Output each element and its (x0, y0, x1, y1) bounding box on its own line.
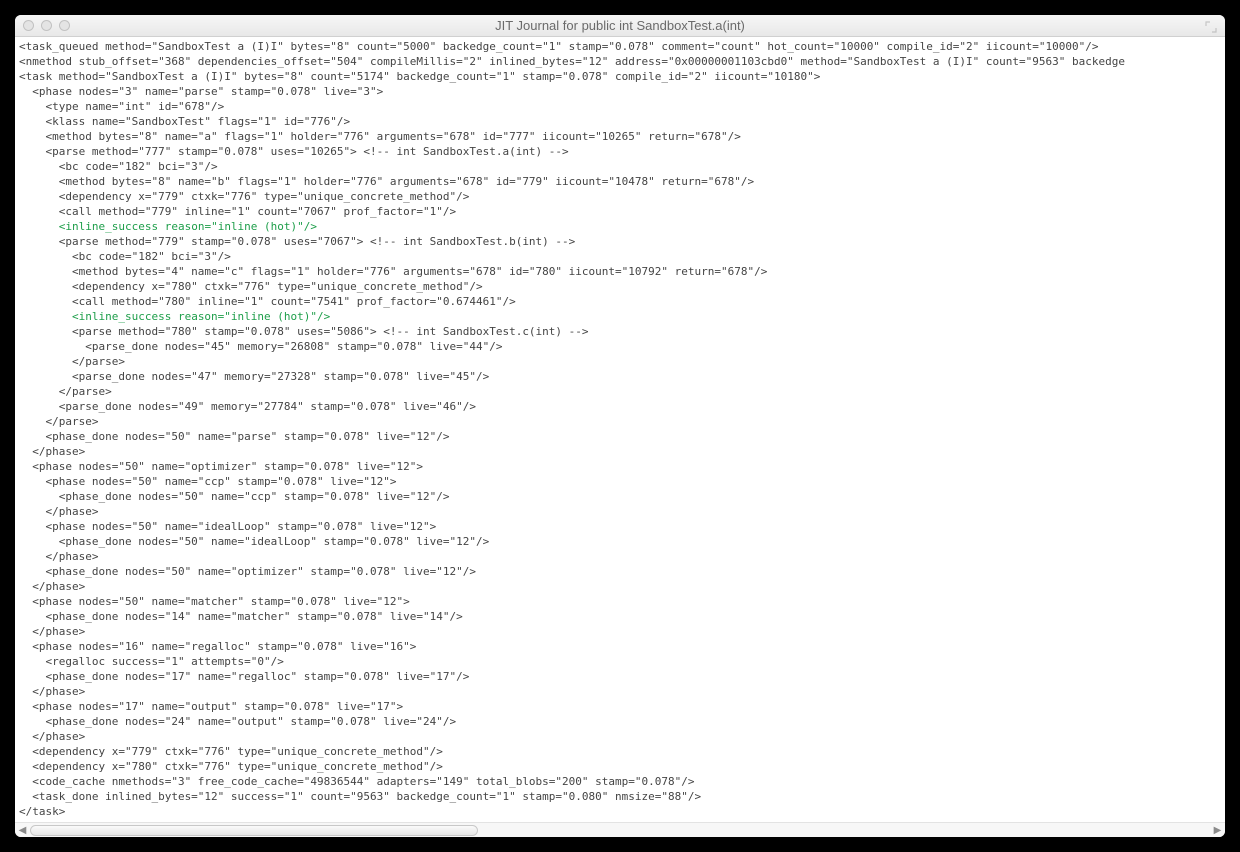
horizontal-scrollbar[interactable]: ◀ ▶ (15, 822, 1225, 837)
window-title: JIT Journal for public int SandboxTest.a… (15, 18, 1225, 33)
journal-output[interactable]: <task_queued method="SandboxTest a (I)I"… (15, 37, 1225, 821)
fullscreen-icon[interactable] (1205, 20, 1217, 32)
scroll-thumb[interactable] (30, 825, 478, 836)
close-button[interactable] (23, 20, 34, 31)
window: JIT Journal for public int SandboxTest.a… (15, 15, 1225, 837)
scroll-left-button[interactable]: ◀ (15, 823, 30, 838)
scroll-right-button[interactable]: ▶ (1210, 823, 1225, 838)
traffic-lights (23, 20, 70, 31)
titlebar[interactable]: JIT Journal for public int SandboxTest.a… (15, 15, 1225, 37)
scroll-track[interactable] (30, 823, 1210, 837)
content-area: <task_queued method="SandboxTest a (I)I"… (15, 37, 1225, 837)
zoom-button[interactable] (59, 20, 70, 31)
minimize-button[interactable] (41, 20, 52, 31)
